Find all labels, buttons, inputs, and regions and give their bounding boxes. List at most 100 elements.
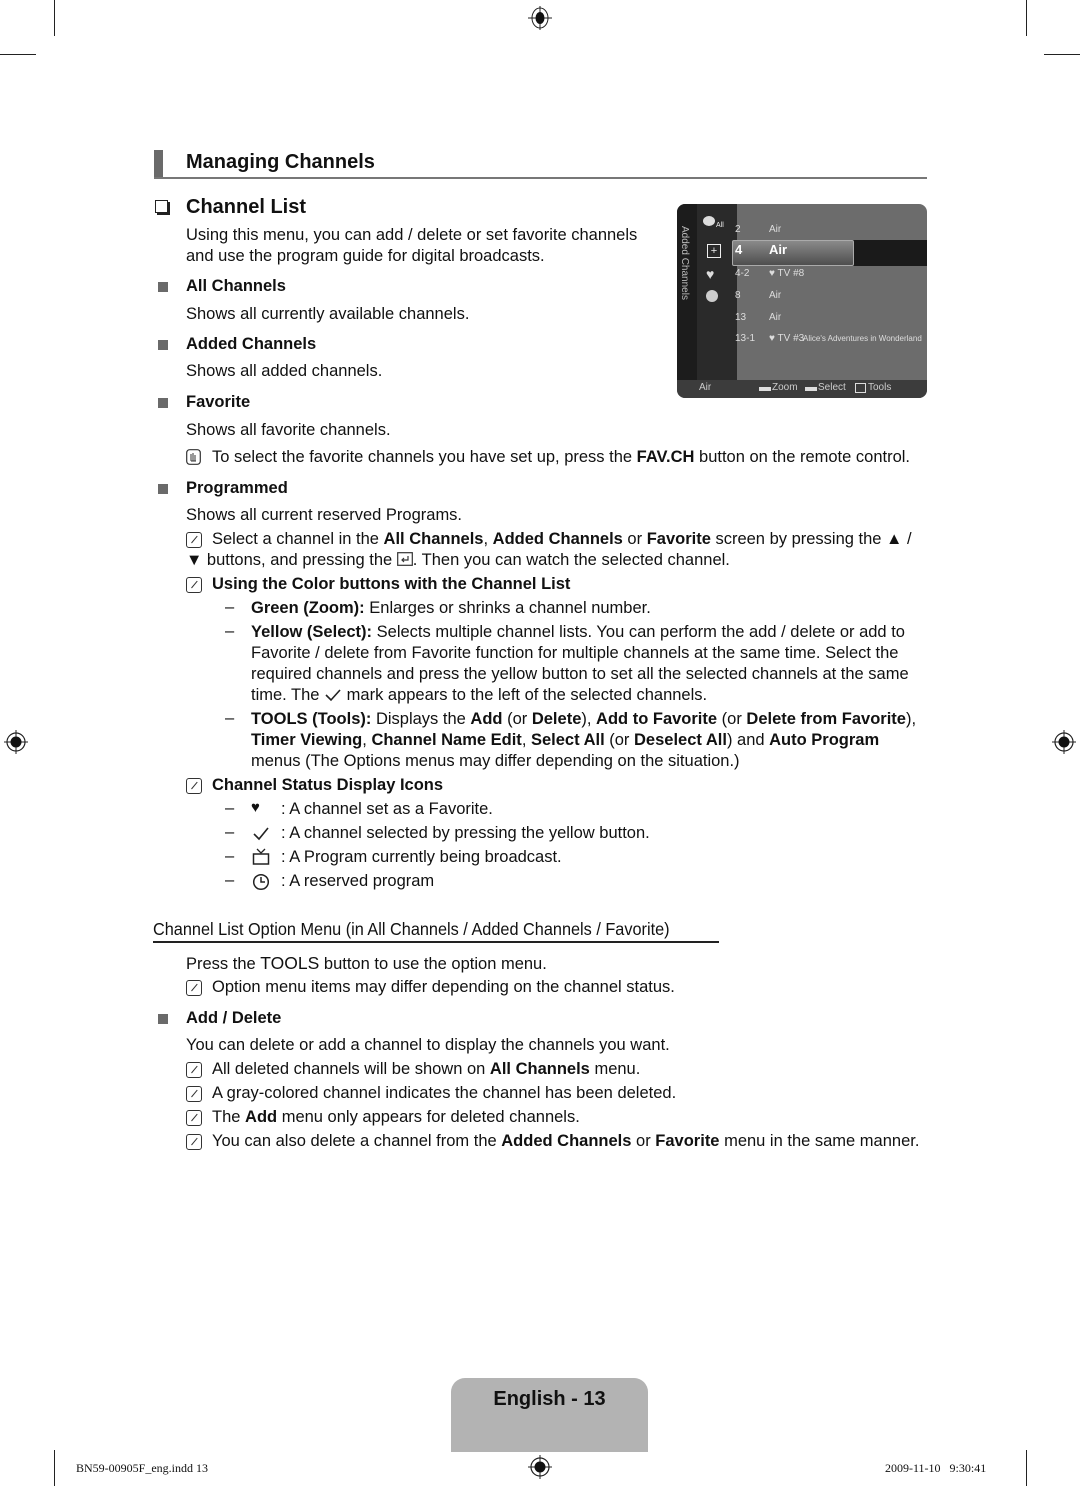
text-run: Add (470, 710, 503, 728)
tools-desc-line-3: menus (The Options menus may differ depe… (251, 752, 740, 770)
add-delete-title: Add / Delete (186, 1009, 282, 1027)
select-note-line-1: Select a channel in the All Channels, Ad… (212, 529, 912, 550)
tv-channel-row[interactable]: 13-1 ♥ TV #3Alice's Adventures in Wonderl… (735, 333, 922, 344)
text-run: Timer Viewing (251, 731, 363, 749)
bullet-square-icon (158, 484, 168, 494)
tv-channel-name: ♥ TV #8 (769, 268, 805, 279)
note-icon (186, 1086, 202, 1102)
text-run: The (212, 1108, 246, 1126)
tools-desc-line-1: TOOLS (Tools): Displays the Add (or Dele… (251, 709, 916, 730)
yellow-select-line-3: required channels and press the yellow b… (251, 665, 909, 683)
text-run: TOOLS (Tools): (251, 710, 372, 728)
tv-program-name: Alice's Adventures in Wonderland (803, 334, 922, 343)
text-run: Add to Favorite (596, 710, 718, 728)
all-channels-icon (703, 216, 715, 226)
text-run: screen by pressing the ▲ / (710, 530, 912, 548)
check-icon (253, 827, 269, 841)
text-run: Deselect All (634, 731, 727, 749)
tv-channel-row[interactable]: 2 Air (735, 224, 803, 235)
text-run: All Channels (489, 1060, 590, 1078)
tv-side-panel: Added Channels (677, 204, 697, 380)
tv-channel-name: Air (769, 242, 788, 257)
text-run: , (483, 530, 493, 548)
text-run: Channel Name Edit (371, 731, 522, 749)
section-title: Managing Channels (186, 151, 375, 173)
green-zoom-desc: Green (Zoom): Enlarges or shrinks a chan… (251, 599, 651, 617)
tv-channel-number: 13-1 (735, 333, 756, 344)
clock-icon (252, 873, 270, 891)
status-icon-desc: : A channel set as a Favorite. (281, 800, 493, 818)
bullet-square-icon (158, 282, 168, 292)
subsection-title: Channel List (186, 196, 307, 218)
yellow-select-line-4: time. The mark appears to the left of th… (251, 686, 708, 704)
tv-channel-row[interactable]: 8 Air (735, 290, 803, 301)
registration-mark-icon (1052, 730, 1076, 754)
footer-filename: BN59-00905F_eng.indd 13 (76, 1461, 208, 1475)
check-icon (325, 689, 341, 702)
tools-desc-line-2: Timer Viewing, Channel Name Edit, Select… (251, 730, 879, 751)
yellow-button-icon (805, 387, 817, 391)
crop-mark (1026, 0, 1027, 36)
note-icon (186, 1134, 202, 1150)
add-delete-note: The Add menu only appears for deleted ch… (212, 1107, 580, 1128)
tools-icon (855, 383, 866, 393)
text-run: (or (604, 731, 634, 749)
crop-mark (54, 1450, 55, 1486)
tv-channel-number: 8 (735, 290, 741, 301)
item-title-all-channels: All Channels (186, 277, 286, 295)
registration-mark-icon (528, 6, 552, 30)
option-menu-press: Press the TOOLS button to use the option… (186, 953, 547, 973)
crop-mark (0, 54, 36, 55)
intro-line-1: Using this menu, you can add / delete or… (186, 226, 638, 244)
crop-mark (1044, 54, 1080, 55)
tv-zoom-label: Zoom (772, 382, 798, 393)
dash-bullet: – (225, 847, 235, 865)
section-divider (154, 177, 927, 179)
heading-underline (153, 941, 719, 943)
tv-channel-name: Air (769, 290, 782, 301)
item-desc: Shows all added channels. (186, 362, 383, 380)
text-run: ), (905, 710, 917, 728)
tv-tools-label: Tools (868, 382, 892, 393)
item-title-added-channels: Added Channels (186, 335, 317, 353)
section-marker (154, 150, 163, 178)
green-button-icon (759, 387, 771, 391)
intro-line-2: and use the program guide for digital br… (186, 247, 545, 265)
text-run: All deleted channels will be shown on (212, 1060, 490, 1078)
tv-channel-row[interactable]: 13 Air (735, 312, 803, 323)
item-desc: Shows all favorite channels. (186, 421, 391, 439)
dash-bullet: – (225, 709, 235, 727)
status-icon-desc: : A channel selected by pressing the yel… (281, 824, 650, 842)
tv-channel-row[interactable]: 4 Air (735, 242, 803, 257)
text-run: Auto Program (769, 731, 880, 749)
note-icon (186, 778, 202, 794)
text-run: Select All (530, 731, 605, 749)
tv-icon-column: All + ♥ (697, 204, 737, 380)
option-menu-note: Option menu items may differ depending o… (212, 978, 675, 996)
status-icon-desc: : A reserved program (281, 872, 435, 890)
text-run: All Channels (383, 530, 484, 548)
item-title-programmed: Programmed (186, 479, 288, 497)
item-title-favorite: Favorite (186, 393, 251, 411)
dash-bullet: – (225, 622, 235, 640)
tv-channel-number: 13 (735, 312, 747, 323)
color-buttons-heading: Using the Color buttons with the Channel… (212, 575, 571, 593)
channel-list-screenshot: Added Channels All + ♥ 2 Air 4 Air 4-2 ♥ TV #… (677, 204, 927, 398)
note-icon (186, 1062, 202, 1078)
crop-mark (54, 0, 55, 36)
text-run: (or (717, 710, 747, 728)
footer-timestamp: 2009-11-10 9:30:41 (885, 1461, 987, 1475)
note-icon (186, 577, 202, 593)
bullet-square-icon (158, 398, 168, 408)
text-run: Displays the (371, 710, 471, 728)
tv-select-label: Select (818, 382, 846, 393)
text-run: ), (581, 710, 597, 728)
page-label: English - 13 (493, 1388, 606, 1410)
item-desc: Shows all currently available channels. (186, 305, 470, 323)
tv-channel-row[interactable]: 4-2 ♥ TV #8 (735, 268, 805, 279)
dash-bullet: – (225, 598, 235, 616)
text-run: A gray-colored channel indicates the cha… (212, 1084, 677, 1102)
tv-side-label: Added Channels (679, 226, 690, 300)
text-run: or (631, 1132, 656, 1150)
note-icon (186, 1110, 202, 1126)
